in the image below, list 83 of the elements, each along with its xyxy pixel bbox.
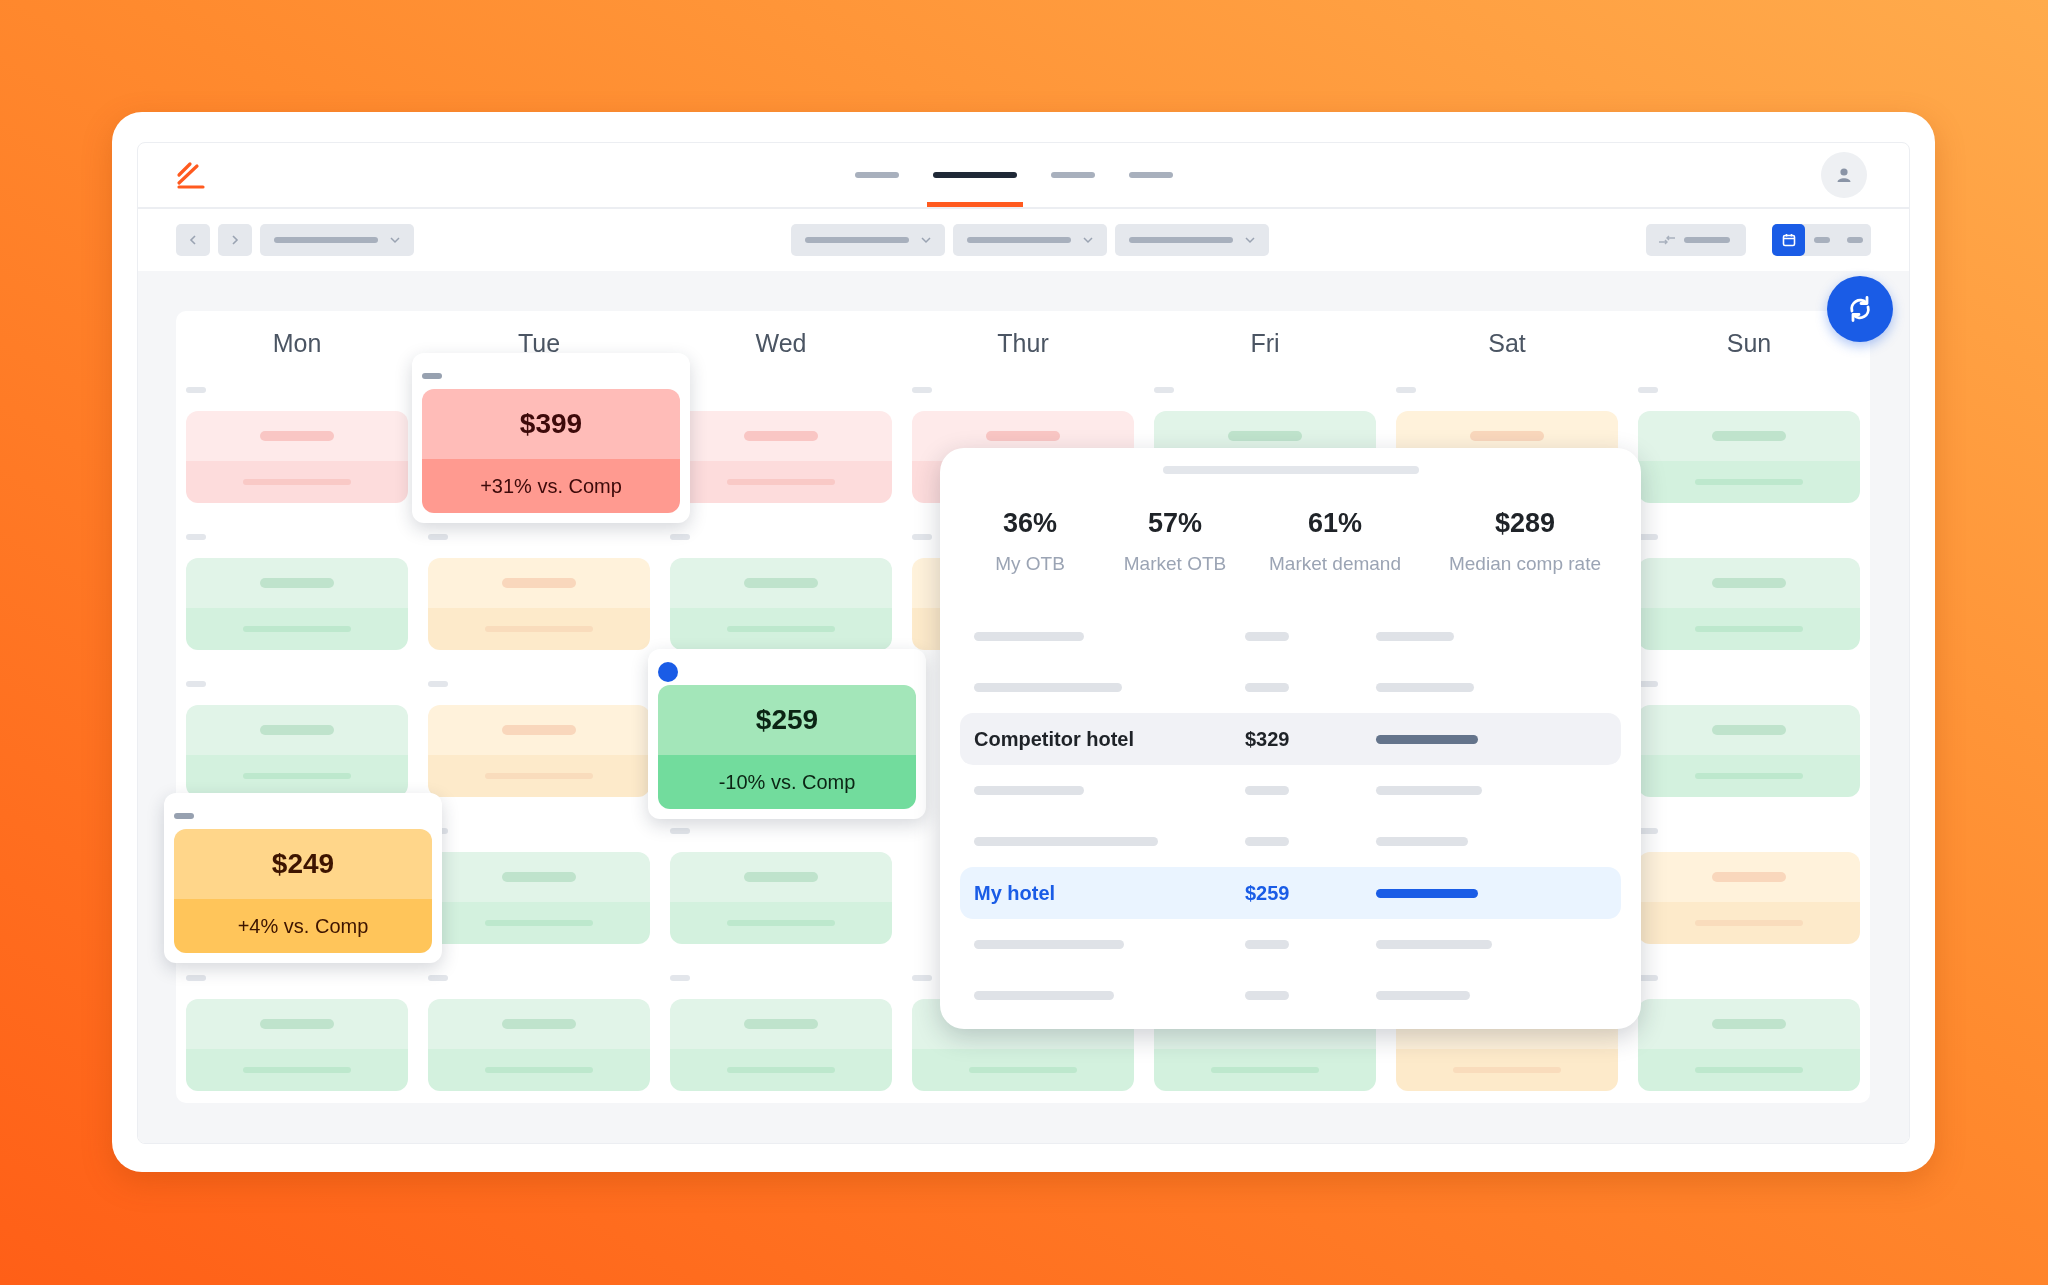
sync-button[interactable]	[1827, 276, 1893, 342]
date-placeholder	[428, 534, 448, 540]
placeholder-bar	[1245, 632, 1289, 641]
dropdown[interactable]	[953, 224, 1107, 256]
date-placeholder	[186, 681, 206, 687]
weekday-label: Sat	[1488, 328, 1526, 358]
arrows-icon	[1658, 234, 1676, 246]
hotel-rate: $259	[1245, 881, 1291, 905]
placeholder-bar	[1245, 991, 1289, 1000]
stat-value: $289	[1494, 508, 1556, 539]
stat-label: Median comp rate	[1448, 553, 1602, 575]
dropdown[interactable]	[260, 224, 414, 256]
day-cell[interactable]	[1638, 852, 1860, 944]
date-placeholder	[1154, 387, 1174, 393]
placeholder-bar	[1245, 940, 1289, 949]
day-cell[interactable]	[428, 999, 650, 1091]
avatar-icon[interactable]	[1821, 152, 1867, 198]
chevron-down-icon	[921, 236, 931, 244]
date-placeholder	[186, 975, 206, 981]
chevron-down-icon	[390, 236, 400, 244]
date-placeholder	[912, 975, 932, 981]
stat-label: Market OTB	[1123, 553, 1227, 575]
date-placeholder	[670, 534, 690, 540]
view-toggle[interactable]	[1772, 224, 1805, 256]
calendar-icon	[1781, 233, 1796, 247]
stat-label: My OTB	[995, 553, 1065, 575]
day-cell[interactable]	[1638, 411, 1860, 503]
rate-delta: +4% vs. Comp	[237, 914, 369, 938]
weekday-label: Tue	[517, 328, 561, 358]
date-placeholder	[1638, 387, 1658, 393]
chevron-left-icon	[188, 234, 198, 246]
dropdown[interactable]	[1115, 224, 1269, 256]
chevron-down-icon	[1245, 236, 1255, 244]
chevron-right-icon	[230, 234, 240, 246]
day-cell[interactable]	[186, 411, 408, 503]
hotel-rate: $329	[1245, 727, 1291, 751]
date-placeholder	[912, 534, 932, 540]
placeholder-bar	[1684, 237, 1730, 243]
date-placeholder	[670, 828, 690, 834]
date-placeholder	[186, 387, 206, 393]
hotel-row[interactable]: My hotel $259	[960, 867, 1621, 919]
weekday-label: Sun	[1726, 328, 1772, 358]
stat-value: 36%	[1002, 508, 1057, 539]
day-cell[interactable]	[670, 852, 892, 944]
day-cell[interactable]	[186, 999, 408, 1091]
weekday-label: Fri	[1250, 328, 1280, 358]
logo-icon	[176, 161, 206, 189]
rate-price: $259	[755, 704, 819, 736]
previous-button[interactable]	[176, 224, 210, 256]
stat-value: 57%	[1147, 508, 1202, 539]
compare-button[interactable]	[1646, 224, 1746, 256]
next-button[interactable]	[218, 224, 252, 256]
day-cell[interactable]	[1638, 705, 1860, 797]
rate-delta: -10% vs. Comp	[718, 770, 856, 794]
hotel-row[interactable]: Competitor hotel $329	[960, 713, 1621, 765]
date-placeholder	[1396, 387, 1416, 393]
weekday-label: Mon	[272, 328, 322, 358]
date-placeholder	[670, 975, 690, 981]
hotel-name: Competitor hotel	[974, 727, 1135, 751]
chevron-down-icon	[1083, 236, 1093, 244]
weekday-label: Wed	[755, 328, 807, 358]
rate-price: $399	[519, 408, 583, 440]
date-placeholder	[186, 534, 206, 540]
day-cell[interactable]	[670, 999, 892, 1091]
stat-value: 61%	[1307, 508, 1362, 539]
day-cell[interactable]	[1638, 999, 1860, 1091]
dropdown[interactable]	[791, 224, 945, 256]
day-cell[interactable]	[1638, 558, 1860, 650]
day-cell[interactable]	[186, 558, 408, 650]
placeholder-bar	[1245, 786, 1289, 795]
stat-label: Market demand	[1269, 553, 1401, 575]
day-cell[interactable]	[428, 558, 650, 650]
date-placeholder	[912, 387, 932, 393]
weekday-label: Thur	[997, 328, 1049, 358]
day-cell[interactable]	[670, 558, 892, 650]
date-placeholder	[428, 975, 448, 981]
placeholder-bar	[1245, 837, 1289, 846]
rate-price: $249	[271, 848, 335, 880]
day-cell[interactable]	[428, 705, 650, 797]
rate-delta: +31% vs. Comp	[480, 474, 622, 498]
placeholder-bar	[1245, 683, 1289, 692]
hotel-name: My hotel	[974, 881, 1057, 905]
date-placeholder	[428, 681, 448, 687]
